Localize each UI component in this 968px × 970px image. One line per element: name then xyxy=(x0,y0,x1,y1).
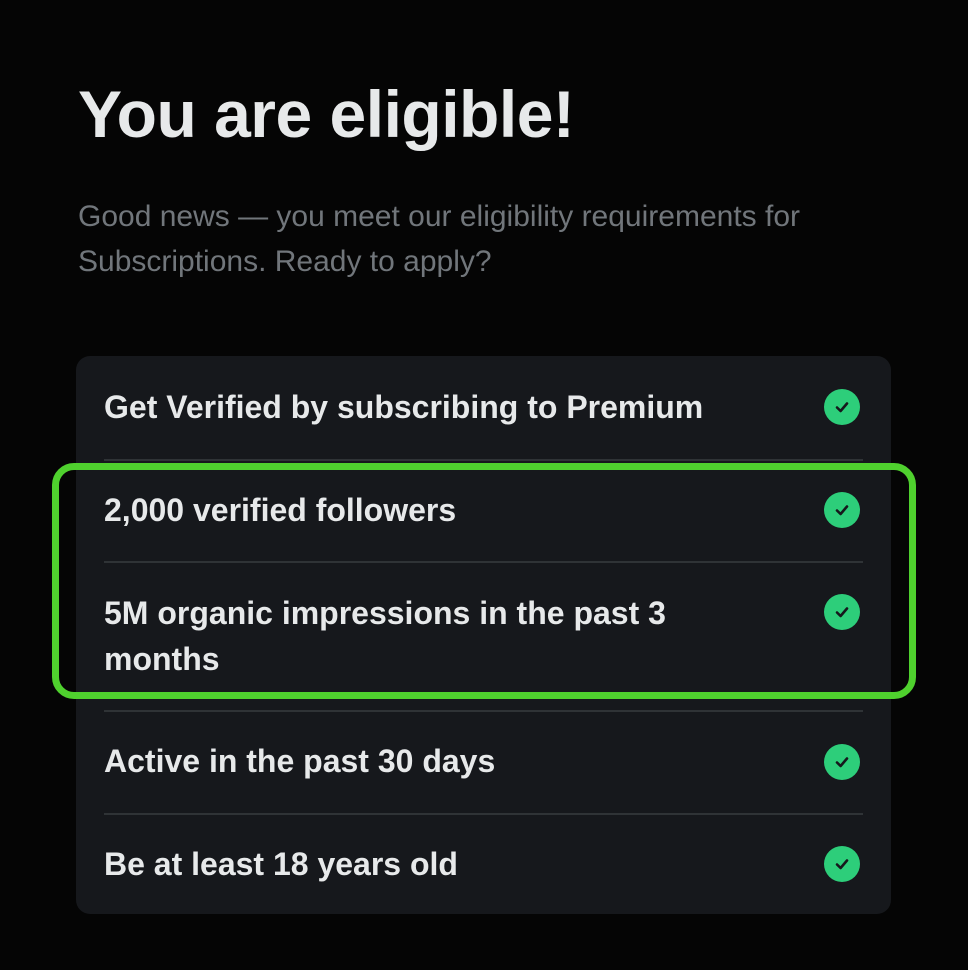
divider xyxy=(104,459,863,461)
divider xyxy=(104,813,863,815)
requirement-label-age: Be at least 18 years old xyxy=(104,846,458,882)
page-title: You are eligible! xyxy=(78,77,575,151)
divider xyxy=(104,710,863,712)
requirement-label-premium: Get Verified by subscribing to Premium xyxy=(104,389,704,425)
page-subtitle: Good news — you meet our eligibility req… xyxy=(78,200,800,278)
check-circle-icon xyxy=(824,846,860,882)
requirement-label-active: Active in the past 30 days xyxy=(104,743,496,779)
check-circle-icon xyxy=(824,744,860,780)
check-circle-icon xyxy=(824,389,860,425)
highlight-annotation xyxy=(52,463,916,699)
